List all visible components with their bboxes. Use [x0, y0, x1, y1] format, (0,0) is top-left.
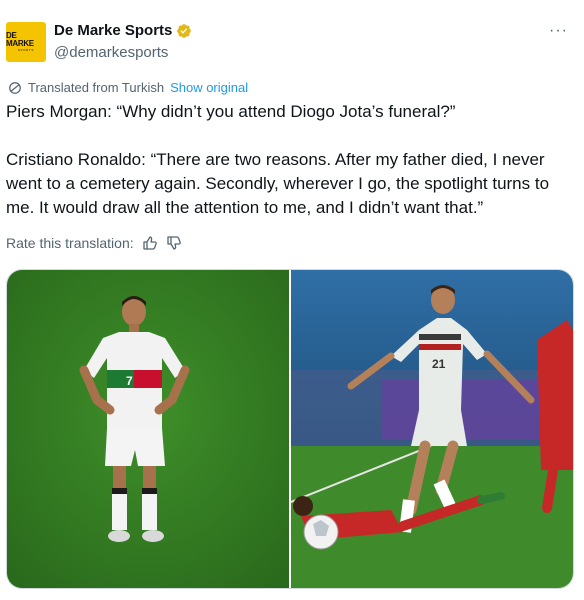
tweet-text: Piers Morgan: “Why didn’t you attend Dio… — [6, 100, 580, 220]
tweet: DE MARKE SPORTS De Marke Sports @demarke… — [0, 0, 584, 600]
avatar-logo-text: DE MARKE — [6, 31, 34, 48]
translation-row: Translated from Turkish Show original — [8, 80, 248, 95]
translated-label: Translated from Turkish — [28, 80, 165, 95]
show-original-link[interactable]: Show original — [170, 80, 248, 95]
player-standing-photo[interactable]: 7 — [7, 270, 289, 588]
media-grid: 7 21 — [6, 269, 574, 589]
tweet-paragraph-2: Cristiano Ronaldo: “There are two reason… — [6, 150, 550, 217]
right-shirt-number: 21 — [432, 357, 446, 371]
player-dribbling-photo[interactable]: 21 — [291, 270, 573, 588]
thumbs-down-icon[interactable] — [166, 235, 182, 251]
translate-icon — [9, 81, 21, 94]
avatar-logo-subtext: SPORTS — [18, 48, 34, 52]
more-options-icon[interactable]: ··· — [549, 22, 568, 40]
rate-translation-row: Rate this translation: — [6, 235, 182, 251]
name-row: De Marke Sports — [54, 22, 192, 39]
tweet-paragraph-1: Piers Morgan: “Why didn’t you attend Dio… — [6, 102, 456, 121]
verified-badge-icon[interactable] — [176, 23, 192, 39]
handle[interactable]: @demarkesports — [54, 44, 168, 61]
rate-translation-label: Rate this translation: — [6, 235, 134, 251]
avatar[interactable]: DE MARKE SPORTS — [6, 22, 46, 62]
left-shirt-number: 7 — [126, 374, 133, 388]
thumbs-up-icon[interactable] — [142, 235, 158, 251]
display-name[interactable]: De Marke Sports — [54, 22, 172, 39]
